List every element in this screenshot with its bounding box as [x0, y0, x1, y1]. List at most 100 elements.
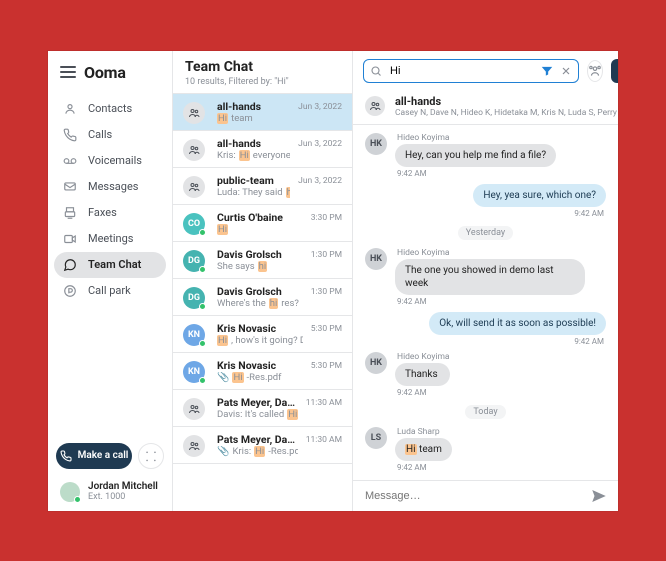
result-title: Curtis O'baine: [217, 211, 303, 224]
park-icon: [62, 283, 78, 299]
message-outgoing: Hey, yea sure, which one?9:42 AM: [365, 184, 606, 218]
message-bubble: Hi team: [395, 438, 452, 461]
dialpad-button[interactable]: ⸬: [138, 443, 164, 469]
group-avatar-icon: [183, 176, 205, 198]
result-snippet: Luda: They said hi: [217, 187, 290, 198]
result-item[interactable]: all-handsKris: Hi everyoneJun 3, 2022: [173, 131, 352, 168]
group-avatar-icon: [365, 96, 385, 116]
date-divider: Today: [465, 405, 505, 419]
result-item[interactable]: COCurtis O'baineHi3:30 PM: [173, 205, 352, 242]
results-subtitle: 10 results, Filtered by: "Hi": [185, 77, 342, 87]
group-avatar-icon: [183, 435, 205, 457]
message-bubble: The one you showed in demo last week: [395, 259, 585, 295]
result-snippet: Hi: [217, 224, 303, 235]
phone-icon: [62, 127, 78, 143]
message-incoming: HKHideo KoyimaHey, can you help me find …: [365, 133, 606, 178]
make-call-label: Make a call: [78, 450, 129, 461]
avatar: HK: [365, 248, 387, 270]
sidebar-item-callpark[interactable]: Call park: [54, 278, 166, 304]
current-user-name: Jordan Mitchell: [88, 481, 158, 493]
result-title: public-team: [217, 174, 290, 187]
result-title: Davis Grolsch: [217, 248, 303, 261]
message-incoming: HKHideo KoyimaThe one you showed in demo…: [365, 248, 606, 306]
result-snippet: 📎Kris: Hi-Res.pdf: [217, 446, 298, 457]
message-incoming: HKHideo KoyimaThanks9:42 AM: [365, 352, 606, 397]
sidebar-item-calls[interactable]: Calls: [54, 122, 166, 148]
result-item[interactable]: DGDavis GrolschWhere's the hires?1:30 PM: [173, 279, 352, 316]
result-title: all-hands: [217, 137, 290, 150]
result-item[interactable]: Pats Meyer, Davis…Davis: It's called Hi-…: [173, 390, 352, 427]
send-button[interactable]: [590, 487, 608, 505]
video-icon: [62, 231, 78, 247]
result-time: Jun 3, 2022: [298, 102, 342, 124]
message-time: 9:42 AM: [397, 388, 448, 397]
message-time: 9:42 AM: [574, 337, 604, 346]
avatar: [60, 482, 80, 502]
fax-icon: [62, 205, 78, 221]
avatar: DG: [183, 287, 205, 309]
result-time: 11:30 AM: [306, 398, 342, 420]
result-item[interactable]: Pats Meyer, Davis…📎Kris: Hi-Res.pdf11:30…: [173, 427, 352, 464]
result-snippet: She says hi: [217, 261, 303, 272]
results-title: Team Chat: [185, 59, 342, 75]
search-icon: [370, 65, 382, 77]
result-item[interactable]: KN Kris NovasicHi, how's it going? Did yo…: [173, 316, 352, 353]
sidebar-item-contacts[interactable]: Contacts: [54, 96, 166, 122]
sidebar-item-label: Faxes: [88, 206, 117, 219]
clear-search-icon[interactable]: [560, 65, 572, 77]
result-time: 5:30 PM: [311, 324, 342, 346]
sidebar-item-label: Voicemails: [88, 154, 142, 167]
sidebar-item-teamchat[interactable]: Team Chat: [54, 252, 166, 278]
result-item[interactable]: public-teamLuda: They said hi Jun 3, 2022: [173, 168, 352, 205]
send-icon: [590, 487, 608, 505]
composer-input[interactable]: [363, 489, 582, 503]
directory-button[interactable]: [587, 60, 603, 82]
avatar: KN: [183, 361, 205, 383]
sidebar-item-voicemails[interactable]: Voicemails: [54, 148, 166, 174]
search-input-wrapper[interactable]: [363, 59, 579, 83]
make-call-button[interactable]: Make a call: [56, 443, 132, 469]
message-sender: Hideo Koyima: [397, 133, 556, 143]
sidebar: Ooma Contacts Calls Voicemails Messages Faxe…: [48, 51, 173, 511]
result-time: Jun 3, 2022: [298, 176, 342, 198]
sidebar-item-messages[interactable]: Messages: [54, 174, 166, 200]
presence-dot: [199, 266, 206, 273]
app-window: Ooma Contacts Calls Voicemails Messages Faxe…: [48, 51, 618, 511]
result-title: Kris Novasic: [217, 322, 303, 335]
presence-dot: [199, 303, 206, 310]
sidebar-item-label: Team Chat: [88, 258, 141, 271]
result-time: Jun 3, 2022: [298, 139, 342, 161]
sidebar-item-meetings[interactable]: Meetings: [54, 226, 166, 252]
result-item[interactable]: KNKris Novasic📎Hi-Res.pdf5:30 PM: [173, 353, 352, 390]
filter-icon[interactable]: [540, 64, 554, 78]
attachment-icon: 📎: [217, 372, 229, 383]
message-bubble: Ok, will send it as soon as possible!: [429, 312, 606, 335]
avatar: KN: [183, 324, 205, 346]
result-title: all-hands: [217, 100, 290, 113]
attachment-icon: 📎: [217, 446, 229, 457]
result-item[interactable]: DGDavis GrolschShe says hi1:30 PM: [173, 242, 352, 279]
result-time: 1:30 PM: [311, 287, 342, 309]
message-bubble: Hey, yea sure, which one?: [473, 184, 606, 207]
result-snippet: Where's the hires?: [217, 298, 303, 309]
current-user[interactable]: Jordan Mitchell Ext. 1000: [54, 473, 166, 503]
message-icon: [62, 179, 78, 195]
group-avatar-icon: [183, 398, 205, 420]
date-divider: Yesterday: [458, 226, 513, 240]
brand-logo: Ooma: [84, 63, 126, 82]
search-input[interactable]: [388, 64, 534, 78]
sidebar-item-label: Meetings: [88, 232, 133, 245]
avatar: LS: [365, 427, 387, 449]
group-avatar-icon: [183, 139, 205, 161]
result-item[interactable]: all-handsHi teamJun 3, 2022: [173, 94, 352, 131]
sidebar-item-label: Calls: [88, 128, 112, 141]
new-chat-button[interactable]: Chat: [611, 59, 618, 83]
message-outgoing: Ok, will send it as soon as possible! 9:4…: [365, 312, 606, 346]
dialpad-icon: ⸬: [146, 447, 157, 465]
result-snippet: Hi, how's it going? Did you get…: [217, 335, 303, 346]
conversation-title: all-hands: [395, 95, 618, 108]
message-incoming: LSLuda SharpHi team9:42 AM: [365, 427, 606, 472]
presence-dot: [74, 496, 81, 503]
hamburger-icon[interactable]: [60, 66, 76, 78]
sidebar-item-faxes[interactable]: Faxes: [54, 200, 166, 226]
